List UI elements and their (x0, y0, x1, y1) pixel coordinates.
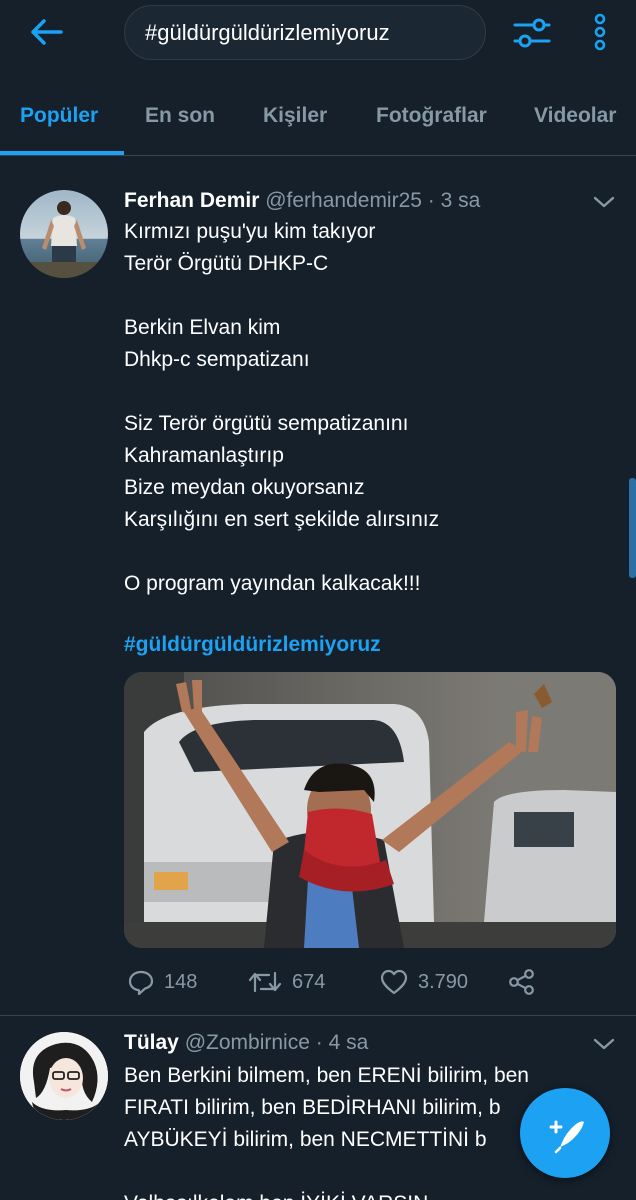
author-handle[interactable]: @Zombirnice (185, 1031, 310, 1054)
share-button[interactable] (508, 964, 536, 1000)
retweet-button[interactable]: 674 (248, 964, 325, 1000)
active-tab-indicator (0, 151, 124, 155)
separator-dot: · (315, 1031, 323, 1054)
compose-tweet-button[interactable] (520, 1088, 610, 1178)
vertical-dots-icon (594, 13, 606, 51)
tweet-time: 3 sa (440, 189, 481, 212)
like-count: 3.790 (418, 970, 469, 993)
tweet-divider (0, 1015, 636, 1016)
author-name[interactable]: Ferhan Demir (124, 189, 259, 212)
reply-button[interactable]: 148 (128, 964, 197, 1000)
search-header: #güldürgüldürizlemiyoruz (0, 0, 636, 82)
search-filter-button[interactable] (510, 14, 554, 52)
like-button[interactable]: 3.790 (380, 964, 468, 1000)
scrollbar-thumb[interactable] (629, 478, 636, 578)
tweet-header: Tülay @Zombirnice · 4 sa (124, 1031, 368, 1055)
avatar-illustration (20, 1032, 108, 1120)
heart-icon (380, 969, 408, 995)
avatar[interactable] (20, 1032, 108, 1120)
reply-icon (128, 970, 154, 995)
more-options-button[interactable] (585, 12, 615, 52)
search-input[interactable]: #güldürgüldürizlemiyoruz (124, 5, 486, 60)
tweet-time: 4 sa (328, 1031, 369, 1054)
chevron-down-icon[interactable] (592, 1035, 616, 1053)
author-name[interactable]: Tülay (124, 1031, 179, 1054)
tab-people[interactable]: Kişiler (263, 104, 327, 128)
app-screen: #güldürgüldürizlemiyoruz Popüler En son … (0, 0, 636, 1200)
hashtag-link[interactable]: #güldürgüldürizlemiyoruz (124, 633, 381, 657)
sliders-icon (513, 18, 551, 48)
author-handle[interactable]: @ferhandemir25 (265, 189, 422, 212)
avatar-photo (20, 190, 108, 278)
tab-popular[interactable]: Popüler (20, 104, 98, 128)
retweet-count: 674 (292, 970, 326, 993)
retweet-icon (248, 971, 282, 993)
tab-videos[interactable]: Videolar (534, 104, 616, 128)
tweet-header: Ferhan Demir @ferhandemir25 · 3 sa (124, 189, 480, 213)
chevron-down-icon[interactable] (592, 193, 616, 211)
back-button[interactable] (24, 14, 68, 50)
compose-feather-plus-icon (549, 1120, 584, 1154)
search-tabs: Popüler En son Kişiler Fotoğraflar Video… (0, 82, 636, 156)
tweet-text: Kırmızı puşu'yu kim takıyor Terör Örgütü… (124, 220, 440, 595)
separator-dot: · (427, 189, 435, 212)
arrow-left-icon (31, 19, 63, 45)
tweet-media-image[interactable] (124, 672, 616, 948)
reply-count: 148 (164, 970, 198, 993)
protest-photo (124, 672, 616, 948)
tab-latest[interactable]: En son (145, 104, 215, 128)
share-icon (509, 969, 534, 995)
avatar[interactable] (20, 190, 108, 278)
tab-photos[interactable]: Fotoğraflar (376, 104, 487, 128)
tweet-actions: 148 674 3.790 (124, 964, 624, 1000)
